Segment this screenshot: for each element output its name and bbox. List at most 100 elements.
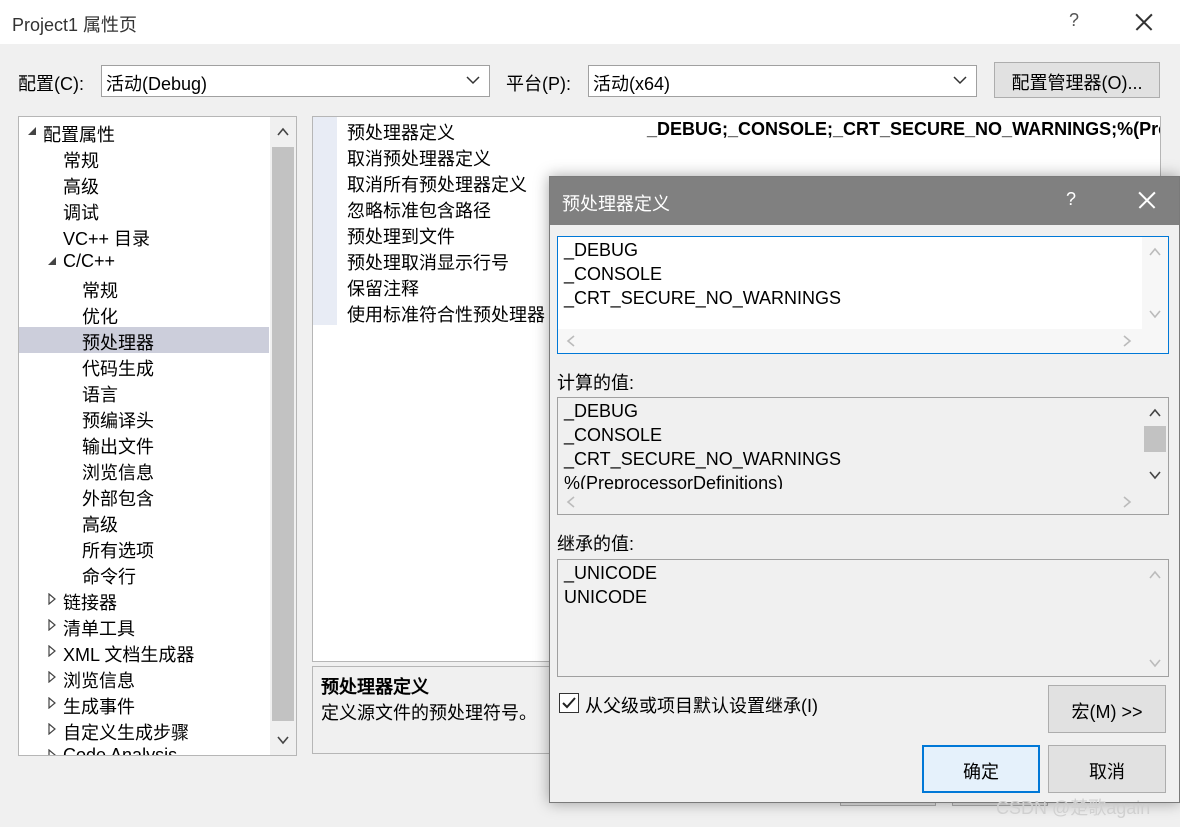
- inherit-checkbox-label[interactable]: 从父级或项目默认设置继承(I): [585, 692, 818, 718]
- tree-item[interactable]: 预处理器: [19, 327, 269, 353]
- evaluated-box[interactable]: _DEBUG _CONSOLE _CRT_SECURE_NO_WARNINGS …: [557, 397, 1169, 515]
- grid-row[interactable]: 取消预处理器定义: [313, 143, 643, 169]
- close-icon: [1134, 187, 1160, 213]
- property-tree[interactable]: 配置属性 常规 高级 调试 VC++ 目录 C/C++ 常规 优化 预处理器 代码生成 语言 预编译头…: [18, 116, 297, 756]
- tree-item[interactable]: 语言: [19, 379, 264, 405]
- grid-row-value: _DEBUG;_CONSOLE;_CRT_SECURE_NO_WARNINGS;…: [647, 119, 1161, 139]
- edit-vscroll[interactable]: [1142, 237, 1168, 329]
- grid-row-name: 预处理器定义: [347, 123, 455, 143]
- evaluated-label: 计算的值:: [557, 373, 635, 393]
- tree-item[interactable]: 高级: [19, 171, 264, 197]
- expanded-triangle-icon[interactable]: [47, 255, 57, 267]
- grid-value-cell[interactable]: _DEBUG;_CONSOLE;_CRT_SECURE_NO_WARNINGS;…: [643, 117, 1161, 143]
- expanded-triangle-icon[interactable]: [27, 125, 37, 137]
- help-button[interactable]: ?: [1062, 10, 1086, 34]
- grid-row-gutter: [313, 117, 337, 143]
- close-button[interactable]: [1130, 8, 1158, 36]
- collapsed-triangle-icon[interactable]: [47, 723, 57, 735]
- grid-row-name: 取消预处理器定义: [347, 149, 491, 169]
- tree-item[interactable]: 高级: [19, 509, 264, 535]
- tree-item[interactable]: 清单工具: [19, 613, 264, 639]
- tree-item-label: XML 文档生成器: [63, 645, 195, 665]
- tree-item[interactable]: 配置属性: [19, 119, 264, 145]
- tree-item[interactable]: Code Analysis: [19, 743, 264, 756]
- scroll-right-icon[interactable]: [1120, 495, 1134, 509]
- tree-item[interactable]: 浏览信息: [19, 665, 264, 691]
- collapsed-triangle-icon[interactable]: [47, 619, 57, 631]
- tree-item[interactable]: 输出文件: [19, 431, 264, 457]
- collapsed-triangle-icon[interactable]: [47, 645, 57, 657]
- collapsed-triangle-icon[interactable]: [47, 697, 57, 709]
- scroll-left-icon[interactable]: [564, 334, 578, 348]
- tree-item[interactable]: XML 文档生成器: [19, 639, 264, 665]
- tree-item-label: VC++ 目录: [63, 229, 151, 249]
- tree-item[interactable]: 外部包含: [19, 483, 264, 509]
- tree-item[interactable]: 浏览信息: [19, 457, 264, 483]
- scroll-left-icon[interactable]: [564, 495, 578, 509]
- scroll-up-icon[interactable]: [1148, 245, 1162, 259]
- description-text: 定义源文件的预处理符号。: [321, 703, 537, 723]
- tree-item-label: 预处理器: [82, 333, 154, 353]
- evaluated-hscroll[interactable]: [558, 490, 1168, 514]
- collapsed-triangle-icon[interactable]: [47, 749, 57, 756]
- collapsed-triangle-icon[interactable]: [47, 593, 57, 605]
- close-icon: [1130, 8, 1158, 36]
- scroll-down-icon[interactable]: [1148, 468, 1162, 482]
- scroll-right-icon[interactable]: [1120, 334, 1134, 348]
- evaluated-line: _CONSOLE: [564, 425, 663, 445]
- config-manager-button[interactable]: 配置管理器(O)...: [994, 62, 1160, 98]
- edit-line: _DEBUG: [564, 240, 639, 260]
- config-combo[interactable]: 活动(Debug): [101, 65, 490, 97]
- description-panel: 预处理器定义 定义源文件的预处理符号。: [312, 666, 552, 754]
- ok-button[interactable]: 确定: [922, 745, 1040, 793]
- tree-item[interactable]: 优化: [19, 301, 264, 327]
- tree-item[interactable]: 常规: [19, 275, 264, 301]
- tree-item-label: 输出文件: [82, 437, 154, 457]
- tree-item[interactable]: 调试: [19, 197, 264, 223]
- definitions-edit-box[interactable]: _DEBUG _CONSOLE _CRT_SECURE_NO_WARNINGS: [557, 236, 1169, 354]
- inherited-label: 继承的值:: [557, 534, 635, 554]
- tree-item[interactable]: 自定义生成步骤: [19, 717, 264, 743]
- grid-row[interactable]: 预处理器定义: [313, 117, 643, 143]
- scroll-down-icon[interactable]: [1148, 656, 1162, 670]
- tree-item[interactable]: VC++ 目录: [19, 223, 264, 249]
- tree-item[interactable]: 所有选项: [19, 535, 264, 561]
- tree-scrollbar[interactable]: [270, 117, 296, 755]
- scroll-up-icon[interactable]: [1148, 568, 1162, 582]
- platform-combo[interactable]: 活动(x64): [588, 65, 977, 97]
- tree-scroll-thumb[interactable]: [272, 147, 294, 721]
- grid-row-gutter: [313, 299, 337, 325]
- tree-item[interactable]: 常规: [19, 145, 264, 171]
- macros-button[interactable]: 宏(M) >>: [1048, 685, 1166, 733]
- grid-row-name: 保留注释: [347, 279, 419, 299]
- tree-item[interactable]: 预编译头: [19, 405, 264, 431]
- tree-item-label: 外部包含: [82, 489, 154, 509]
- edit-hscroll[interactable]: [558, 329, 1168, 353]
- grid-row-gutter: [313, 273, 337, 299]
- dialog-close-button[interactable]: [1134, 187, 1160, 213]
- tree-item[interactable]: C/C++: [19, 249, 264, 275]
- tree-item[interactable]: 命令行: [19, 561, 264, 587]
- dialog-help-button[interactable]: ?: [1066, 189, 1076, 210]
- tree-item-label: Code Analysis: [63, 745, 178, 756]
- evaluated-scroll-thumb[interactable]: [1144, 426, 1166, 452]
- collapsed-triangle-icon[interactable]: [47, 671, 57, 683]
- scroll-down-icon[interactable]: [1148, 307, 1162, 321]
- scroll-up-icon[interactable]: [1148, 406, 1162, 420]
- config-label: 配置(C):: [18, 74, 84, 94]
- evaluated-vscroll[interactable]: [1142, 398, 1168, 490]
- tree-item[interactable]: 代码生成: [19, 353, 264, 379]
- tree-item[interactable]: 链接器: [19, 587, 264, 613]
- inherited-box[interactable]: _UNICODE UNICODE: [557, 559, 1169, 677]
- tree-item-label: 调试: [63, 203, 99, 223]
- scroll-down-icon[interactable]: [276, 733, 290, 747]
- grid-row-name: 忽略标准包含路径: [347, 201, 491, 221]
- tree-item-label: 预编译头: [82, 411, 154, 431]
- inherit-checkbox[interactable]: [559, 693, 579, 713]
- tree-item[interactable]: 生成事件: [19, 691, 264, 717]
- dialog-title: 预处理器定义: [562, 194, 670, 214]
- cancel-button[interactable]: 取消: [1048, 745, 1166, 793]
- scroll-up-icon[interactable]: [276, 125, 290, 139]
- grid-row-gutter: [313, 143, 337, 169]
- preprocessor-dialog: 预处理器定义 ? _DEBUG _CONSOLE _CRT_SECURE_NO_…: [549, 176, 1180, 803]
